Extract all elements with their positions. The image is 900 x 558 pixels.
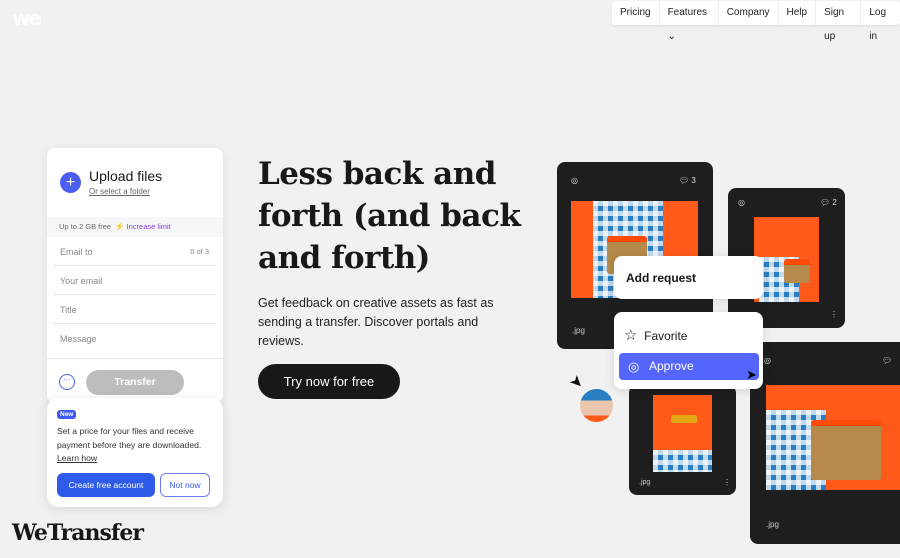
limit-text: Up to 2 GB free xyxy=(59,222,112,231)
email-count: 0 of 3 xyxy=(190,247,209,256)
approve-status-icon: ◎ xyxy=(764,356,771,365)
add-request-popover[interactable]: Add request xyxy=(614,256,763,299)
avatar xyxy=(578,387,615,424)
favorite-menu-item[interactable]: ☆ Favorite xyxy=(624,326,687,344)
asset-card[interactable]: ◎ 💬︎ .jpg xyxy=(750,342,900,544)
check-circle-icon: ◎ xyxy=(628,359,640,374)
logo[interactable]: we xyxy=(12,6,42,30)
create-free-account-button[interactable]: Create free account xyxy=(57,473,155,497)
comment-icon: 💬︎ 3 xyxy=(679,176,696,185)
promo-card: New Set a price for your files and recei… xyxy=(47,398,223,507)
more-icon[interactable]: ⋮ xyxy=(830,310,838,319)
transfer-button[interactable]: Transfer xyxy=(86,370,184,395)
approve-menu-item[interactable]: ◎ Approve ➤ xyxy=(619,353,759,382)
increase-limit-label: Increase limit xyxy=(126,222,171,231)
your-email-field[interactable]: Your email xyxy=(53,266,216,295)
nav-log-in[interactable]: Log in xyxy=(861,1,900,42)
upload-files-button[interactable]: Upload files xyxy=(89,168,162,184)
hero-subtext: Get feedback on creative assets as fast … xyxy=(258,296,494,348)
nav-help[interactable]: Help xyxy=(779,1,817,25)
wetransfer-wordmark: WeTransfer xyxy=(12,520,144,546)
upload-panel: + Upload files Or select a folder Up to … xyxy=(47,148,223,403)
title-field[interactable]: Title xyxy=(53,295,216,324)
comment-icon: 💬︎ 2 xyxy=(820,198,837,207)
hero-heading: Less back and forth (and back and forth) xyxy=(258,156,521,276)
approve-label: Approve xyxy=(649,359,694,373)
nav-pricing[interactable]: Pricing xyxy=(612,1,660,25)
not-now-button[interactable]: Not now xyxy=(160,473,210,497)
comment-count: 2 xyxy=(832,198,837,207)
nav-company[interactable]: Company xyxy=(719,1,779,25)
try-now-button[interactable]: Try now for free xyxy=(258,364,400,399)
file-extension: .jpg xyxy=(766,520,779,529)
promo-text: Set a price for your files and receive p… xyxy=(57,426,202,450)
limit-bar: Up to 2 GB free ⚡ Increase limit xyxy=(47,217,223,237)
message-field[interactable]: Message xyxy=(47,324,223,359)
new-badge: New xyxy=(57,410,77,419)
asset-card[interactable]: .jpg ⋮ xyxy=(629,385,736,495)
plus-icon[interactable]: + xyxy=(60,172,81,193)
email-to-field[interactable]: 0 of 3 Email to xyxy=(53,237,216,266)
more-icon[interactable]: ⋮ xyxy=(723,478,731,487)
select-folder-link[interactable]: Or select a folder xyxy=(89,187,150,196)
approve-status-icon: ◎ xyxy=(571,176,578,185)
star-icon: ☆ xyxy=(624,327,638,344)
nav-features[interactable]: Features ⌄ xyxy=(660,1,719,42)
nav-sign-up[interactable]: Sign up xyxy=(816,1,862,42)
photo xyxy=(653,395,712,472)
comment-icon: 💬︎ xyxy=(882,356,893,365)
promo-text-wrap: Set a price for your files and receive p… xyxy=(57,425,222,466)
favorite-label: Favorite xyxy=(644,329,688,343)
file-extension: .jpg xyxy=(572,326,585,335)
top-nav: Pricing Features ⌄ Company Help Sign up … xyxy=(612,1,900,42)
photo xyxy=(766,385,900,490)
photo xyxy=(754,217,819,302)
comment-count: 3 xyxy=(691,176,696,185)
cursor-icon: ➤ xyxy=(746,367,757,382)
email-to-label: Email to xyxy=(60,247,93,257)
learn-how-link[interactable]: Learn how xyxy=(57,452,222,466)
increase-limit-link[interactable]: ⚡ Increase limit xyxy=(115,222,171,231)
approve-status-icon: ◎ xyxy=(738,198,745,207)
file-extension: .jpg xyxy=(639,479,651,486)
more-options-icon[interactable]: ··· xyxy=(59,374,75,390)
